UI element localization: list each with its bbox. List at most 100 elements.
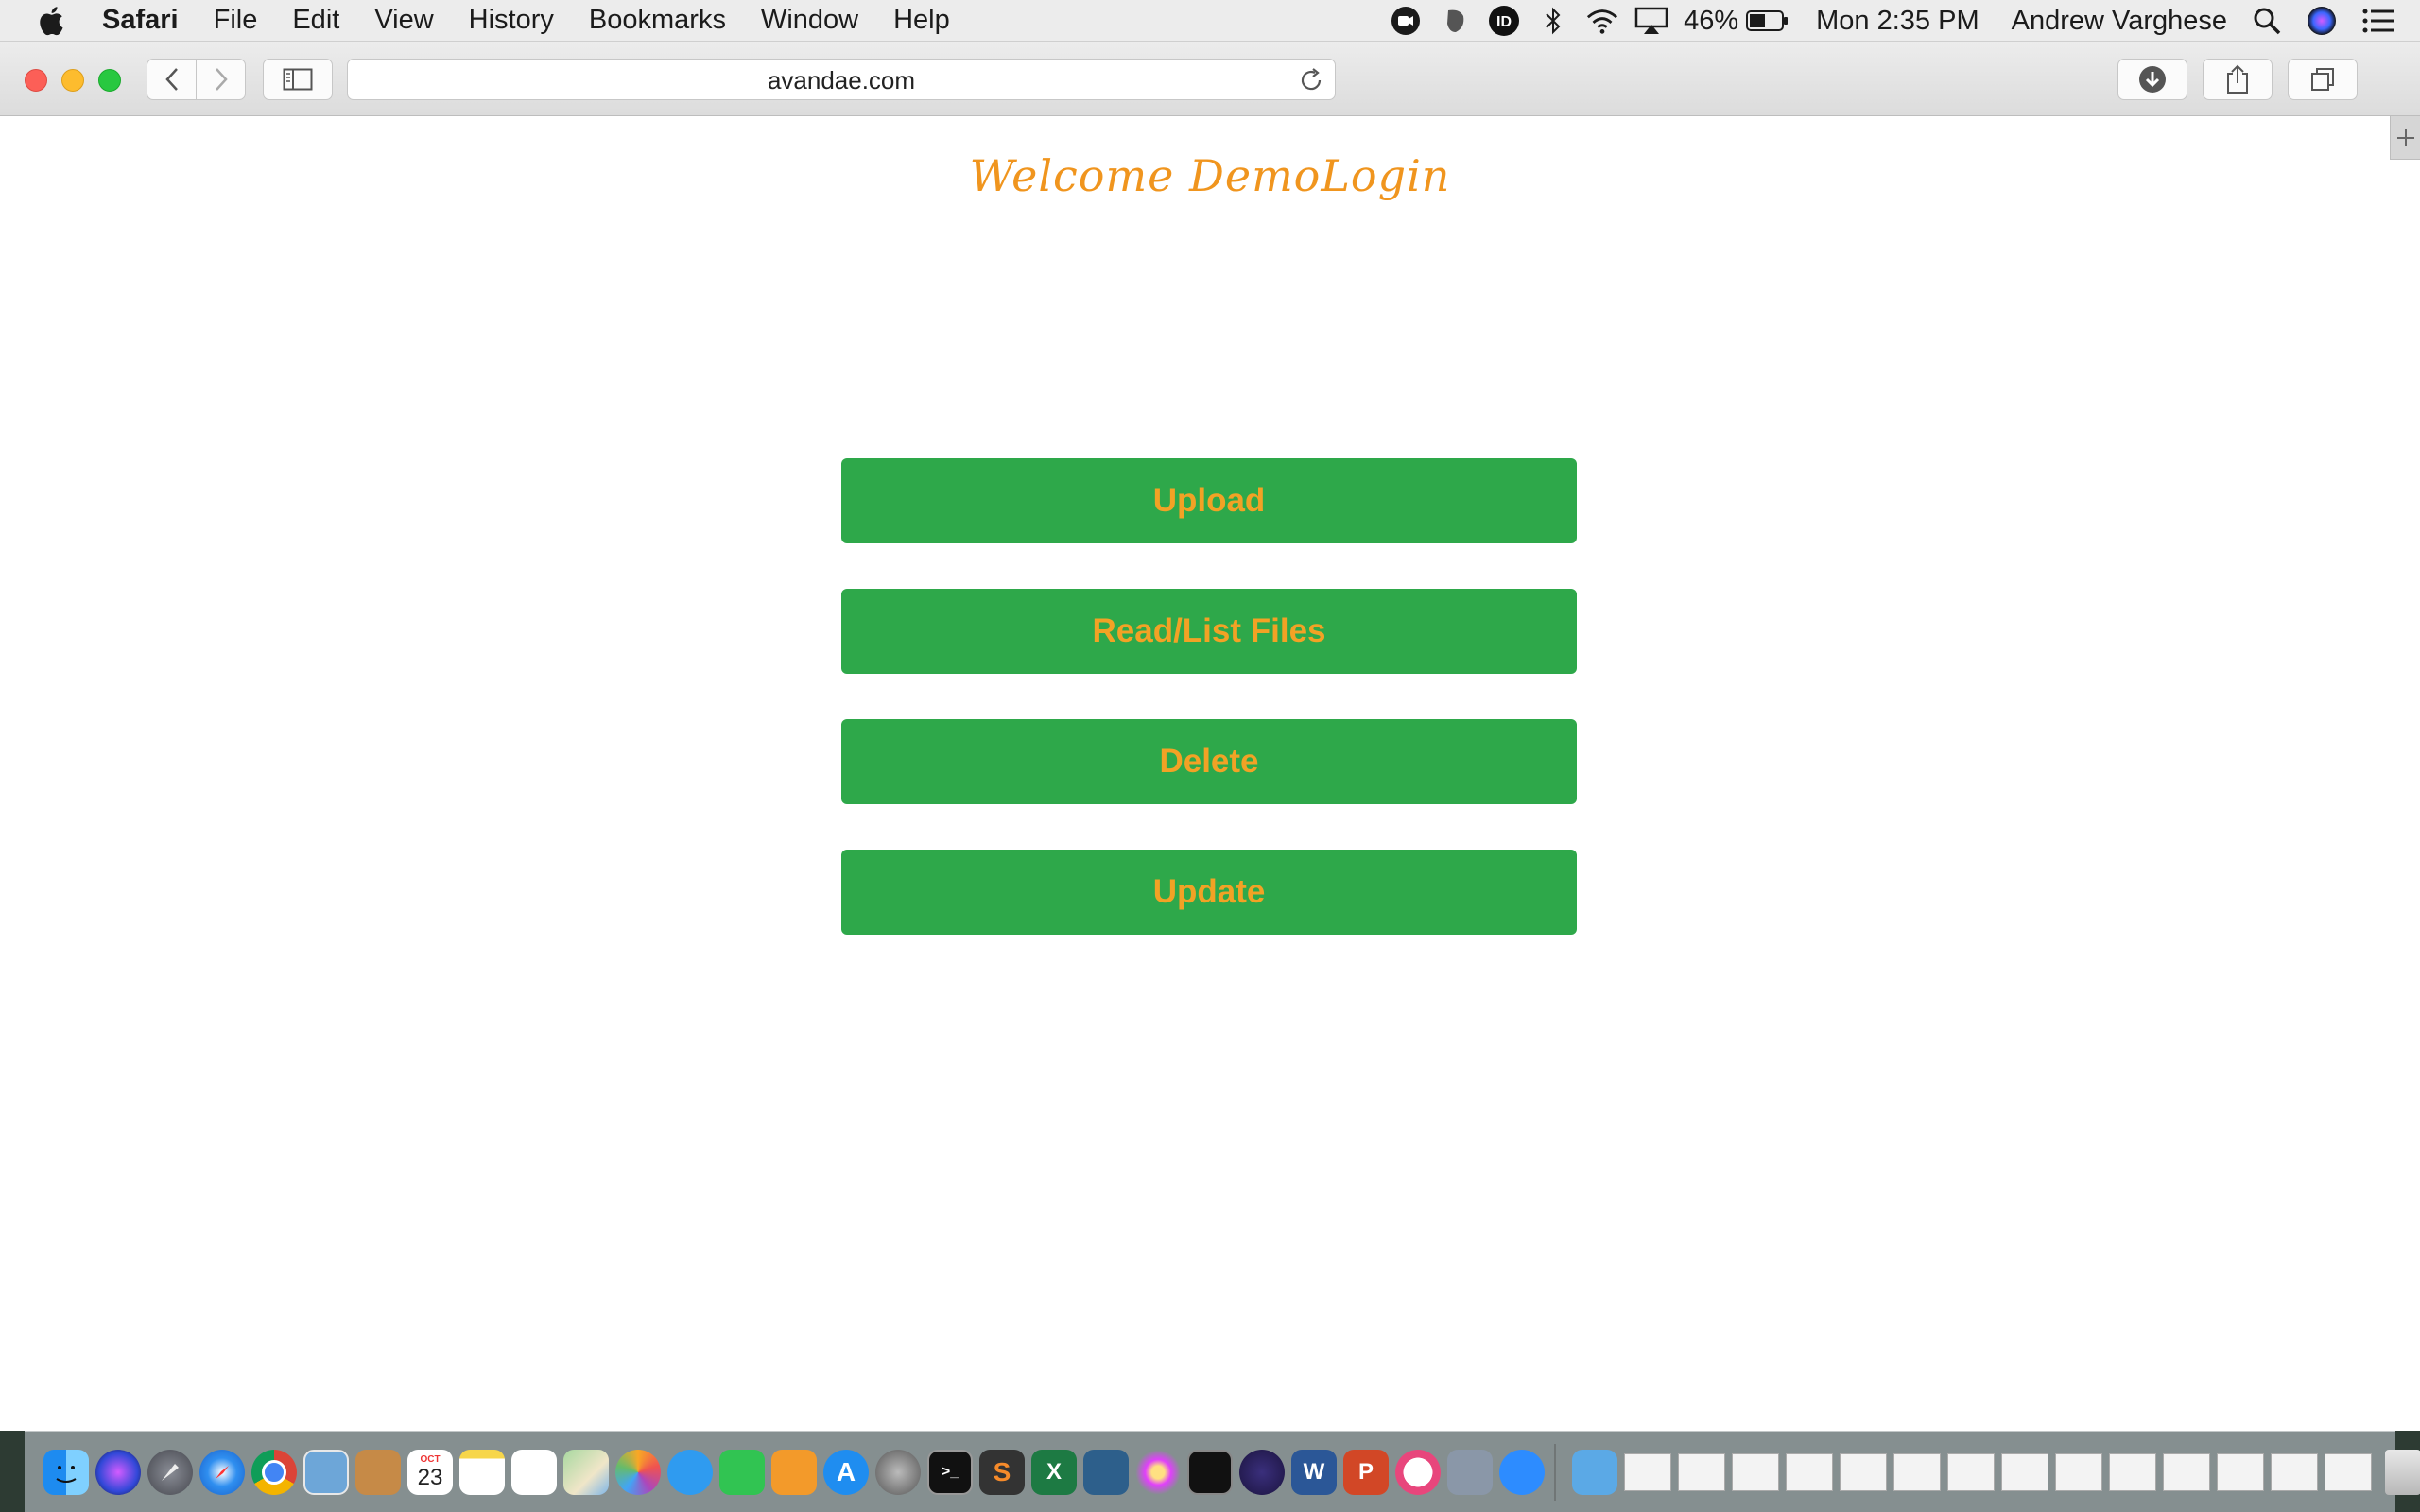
minimized-window-thumbnail[interactable] bbox=[2001, 1452, 2048, 1491]
minimized-window-thumbnail[interactable] bbox=[2217, 1452, 2264, 1491]
browser-toolbar: avandae.com bbox=[0, 42, 2420, 116]
calendar-month: OCT bbox=[420, 1453, 441, 1465]
trash-icon[interactable] bbox=[2385, 1449, 2420, 1495]
address-bar[interactable]: avandae.com bbox=[347, 59, 1336, 100]
read-list-files-button[interactable]: Read/List Files bbox=[841, 589, 1577, 674]
calendar-icon[interactable]: OCT 23 bbox=[407, 1449, 453, 1495]
menu-view[interactable]: View bbox=[374, 5, 433, 36]
minimized-window-thumbnail[interactable] bbox=[1624, 1452, 1671, 1491]
messages-icon[interactable] bbox=[667, 1449, 713, 1495]
apple-logo-icon[interactable] bbox=[36, 4, 70, 38]
status-area: ID 46% Mon 2:35 PM Andrew Varghese bbox=[1389, 0, 2420, 42]
pages-icon[interactable] bbox=[771, 1449, 817, 1495]
minimized-window-thumbnail[interactable] bbox=[2271, 1452, 2318, 1491]
contacts-icon[interactable] bbox=[355, 1449, 401, 1495]
tab-overview-button[interactable] bbox=[2288, 59, 2358, 100]
menu-bookmarks[interactable]: Bookmarks bbox=[589, 5, 726, 36]
menu-help[interactable]: Help bbox=[893, 5, 950, 36]
minimized-window-thumbnail[interactable] bbox=[1786, 1452, 1833, 1491]
menu-window[interactable]: Window bbox=[761, 5, 858, 36]
finder-icon[interactable] bbox=[43, 1449, 89, 1495]
window-minimize-button[interactable] bbox=[61, 69, 84, 92]
siri-icon[interactable] bbox=[2305, 4, 2339, 38]
chrome-icon[interactable] bbox=[251, 1449, 297, 1495]
photos-icon[interactable] bbox=[615, 1449, 661, 1495]
facetime-icon[interactable] bbox=[719, 1449, 765, 1495]
chevron-left-icon bbox=[164, 68, 178, 91]
share-button[interactable] bbox=[2203, 59, 2273, 100]
terminal-icon[interactable]: >_ bbox=[927, 1449, 973, 1495]
minimized-window-thumbnail[interactable] bbox=[1732, 1452, 1779, 1491]
safari-window: avandae.com Welcome DemoLogin Upload Rea… bbox=[0, 42, 2420, 1431]
menu-bar: Safari File Edit View History Bookmarks … bbox=[0, 0, 2420, 42]
share-icon bbox=[2227, 64, 2248, 94]
menubar-user-name[interactable]: Andrew Varghese bbox=[2012, 6, 2227, 37]
plus-icon bbox=[2396, 129, 2414, 146]
safari-dock-icon[interactable] bbox=[199, 1449, 245, 1495]
image-capture-icon[interactable] bbox=[1447, 1449, 1493, 1495]
activity-monitor-icon[interactable] bbox=[1187, 1449, 1233, 1495]
battery-icon[interactable] bbox=[1746, 4, 1789, 38]
minimized-window-thumbnail[interactable] bbox=[2109, 1452, 2156, 1491]
powerpoint-icon[interactable]: P bbox=[1343, 1449, 1389, 1495]
eclipse-icon[interactable] bbox=[1239, 1449, 1285, 1495]
download-icon bbox=[2139, 66, 2166, 93]
zoom-icon[interactable] bbox=[1499, 1449, 1545, 1495]
new-tab-button[interactable] bbox=[2390, 116, 2420, 160]
preview-icon[interactable] bbox=[303, 1449, 349, 1495]
delete-button[interactable]: Delete bbox=[841, 719, 1577, 804]
dock: OCT 23 A >_ S X W P bbox=[25, 1431, 2420, 1512]
minimized-window-thumbnail[interactable] bbox=[1678, 1452, 1725, 1491]
app-store-icon[interactable]: A bbox=[823, 1449, 869, 1495]
sublime-icon[interactable]: S bbox=[979, 1449, 1025, 1495]
word-icon[interactable]: W bbox=[1291, 1449, 1337, 1495]
mysql-workbench-icon[interactable] bbox=[1083, 1449, 1129, 1495]
dock-separator bbox=[1554, 1443, 1556, 1501]
flower-app-icon[interactable] bbox=[1135, 1449, 1181, 1495]
sidebar-toggle-button[interactable] bbox=[263, 59, 333, 100]
menu-file[interactable]: File bbox=[214, 5, 258, 36]
wifi-icon[interactable] bbox=[1585, 4, 1619, 38]
window-close-button[interactable] bbox=[25, 69, 47, 92]
forward-button[interactable] bbox=[196, 59, 246, 100]
minimized-window-thumbnail[interactable] bbox=[1947, 1452, 1995, 1491]
reminders-icon[interactable] bbox=[511, 1449, 557, 1495]
menu-history[interactable]: History bbox=[469, 5, 554, 36]
tabs-icon bbox=[2311, 68, 2334, 91]
reload-icon[interactable] bbox=[1297, 66, 1325, 94]
minimized-window-thumbnail[interactable] bbox=[2055, 1452, 2102, 1491]
siri-dock-icon[interactable] bbox=[95, 1449, 141, 1495]
menu-edit[interactable]: Edit bbox=[292, 5, 339, 36]
sidebar-icon bbox=[283, 68, 313, 91]
downloads-button[interactable] bbox=[2118, 59, 2187, 100]
maps-icon[interactable] bbox=[563, 1449, 609, 1495]
update-button[interactable]: Update bbox=[841, 850, 1577, 935]
minimized-window-thumbnail[interactable] bbox=[1893, 1452, 1941, 1491]
bluetooth-icon[interactable] bbox=[1536, 4, 1570, 38]
svg-text:ID: ID bbox=[1496, 14, 1512, 30]
welcome-heading: Welcome DemoLogin bbox=[969, 150, 1451, 201]
itunes-icon[interactable] bbox=[1395, 1449, 1441, 1495]
system-preferences-icon[interactable] bbox=[875, 1449, 921, 1495]
downloads-folder-icon[interactable] bbox=[1572, 1449, 1617, 1495]
back-button[interactable] bbox=[147, 59, 197, 100]
minimized-window-thumbnail[interactable] bbox=[1840, 1452, 1887, 1491]
evernote-status-icon[interactable] bbox=[1438, 4, 1472, 38]
notification-center-icon[interactable] bbox=[2361, 4, 2395, 38]
excel-icon[interactable]: X bbox=[1031, 1449, 1077, 1495]
zoom-status-icon[interactable] bbox=[1389, 4, 1423, 38]
page-content: Welcome DemoLogin Upload Read/List Files… bbox=[0, 116, 2420, 1431]
upload-button[interactable]: Upload bbox=[841, 458, 1577, 543]
airplay-icon[interactable] bbox=[1634, 4, 1668, 38]
menu-app-safari[interactable]: Safari bbox=[102, 5, 179, 36]
launchpad-icon[interactable] bbox=[147, 1449, 193, 1495]
spotlight-search-icon[interactable] bbox=[2250, 4, 2284, 38]
minimized-window-thumbnail[interactable] bbox=[2163, 1452, 2210, 1491]
id-status-icon[interactable]: ID bbox=[1487, 4, 1521, 38]
window-fullscreen-button[interactable] bbox=[98, 69, 121, 92]
chevron-right-icon bbox=[215, 68, 228, 91]
menubar-clock[interactable]: Mon 2:35 PM bbox=[1816, 6, 1979, 37]
notes-icon[interactable] bbox=[459, 1449, 505, 1495]
minimized-window-thumbnail[interactable] bbox=[2325, 1452, 2372, 1491]
address-url[interactable]: avandae.com bbox=[348, 60, 1335, 101]
